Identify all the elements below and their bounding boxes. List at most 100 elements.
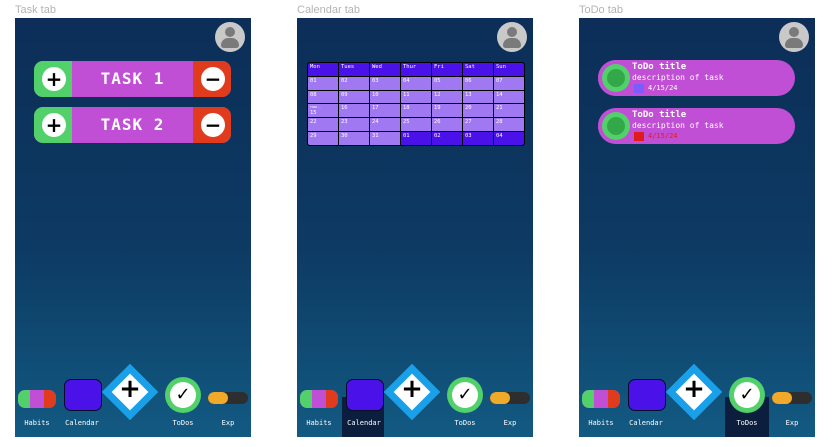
nav-label-exp[interactable]: Exp (772, 419, 812, 427)
todo-date-color-swatch (634, 132, 644, 141)
todo-card[interactable]: ToDo title description of task 4/15/24 (598, 108, 795, 144)
calendar-day-cell[interactable]: 02 (432, 132, 462, 145)
calendar-day-cell[interactable]: 16 (339, 104, 369, 118)
calendar-day-cell[interactable]: 11 (401, 90, 431, 104)
todo-tab-screen: ToDo title description of task 4/15/24 T… (579, 18, 815, 437)
calendar-day-cell[interactable]: 05 (432, 76, 462, 90)
todo-date: 4/15/24 (648, 84, 678, 92)
todo-date-color-swatch (634, 84, 644, 93)
nav-label-habits[interactable]: Habits (579, 419, 623, 427)
nav-label-exp[interactable]: Exp (490, 419, 530, 427)
task-remove-button[interactable]: − (193, 61, 231, 97)
calendar-day-cell[interactable]: 29 (308, 132, 338, 145)
calendar-day-cell[interactable]: 30 (339, 132, 369, 145)
calendar-day-cell[interactable]: 12 (432, 90, 462, 104)
calendar-day-header: Sat (463, 63, 493, 76)
exp-progress-bar[interactable] (490, 392, 530, 404)
habits-nav-icon[interactable] (582, 390, 620, 408)
calendar-day-header: Tues (339, 63, 369, 76)
check-icon: ✓ (452, 382, 478, 408)
frame-label-calendar: Calendar tab (297, 4, 360, 16)
task-title: TASK 2 (100, 115, 165, 134)
plus-icon: + (42, 113, 66, 137)
todo-description: description of task (632, 73, 724, 82)
todo-complete-button[interactable] (602, 112, 630, 140)
calendar-day-cell[interactable]: 01 (401, 132, 431, 145)
todos-nav-icon[interactable]: ✓ (165, 377, 201, 413)
calendar-day-cell[interactable]: 02 (339, 76, 369, 90)
nav-label-calendar[interactable]: Calendar (626, 419, 666, 427)
todo-date: 4/15/24 (648, 132, 678, 140)
nav-label-todos[interactable]: ToDos (727, 419, 767, 427)
task-title: TASK 1 (100, 69, 165, 88)
nav-label-exp[interactable]: Exp (208, 419, 248, 427)
exp-progress-bar[interactable] (772, 392, 812, 404)
todos-nav-icon[interactable]: ✓ (447, 377, 483, 413)
calendar-cell-note: TODO... (310, 105, 323, 110)
calendar-day-cell[interactable]: 04 (401, 76, 431, 90)
todos-nav-icon[interactable]: ✓ (729, 377, 765, 413)
nav-label-habits[interactable]: Habits (15, 419, 59, 427)
calendar-day-cell[interactable]: 21 (494, 104, 524, 118)
todo-description: description of task (632, 121, 724, 130)
bottom-nav: Habits Calendar + ✓ ToDos Exp (15, 363, 251, 437)
calendar-day-cell[interactable]: 17 (370, 104, 400, 118)
profile-avatar-icon[interactable] (497, 22, 527, 52)
calendar-nav-icon[interactable] (346, 379, 384, 411)
calendar-day-cell[interactable]: 22 (308, 118, 338, 132)
plus-icon: + (401, 374, 423, 404)
calendar-day-cell[interactable]: 09 (339, 90, 369, 104)
calendar-day-cell[interactable]: 14 (494, 90, 524, 104)
calendar-day-cell[interactable]: 13 (463, 90, 493, 104)
todo-title: ToDo title (632, 62, 687, 72)
calendar-day-cell[interactable]: 27 (463, 118, 493, 132)
nav-label-todos[interactable]: ToDos (163, 419, 203, 427)
calendar-day-cell[interactable]: 10 (370, 90, 400, 104)
calendar-day-cell[interactable]: 19 (432, 104, 462, 118)
calendar-day-header: Thur (401, 63, 431, 76)
task-add-button[interactable]: + (34, 61, 72, 97)
nav-label-habits[interactable]: Habits (297, 419, 341, 427)
calendar-day-cell[interactable]: 24 (370, 118, 400, 132)
calendar-day-cell[interactable]: 23 (339, 118, 369, 132)
todo-title: ToDo title (632, 110, 687, 120)
calendar-day-cell[interactable]: 06 (463, 76, 493, 90)
habits-nav-icon[interactable] (300, 390, 338, 408)
calendar-day-cell[interactable]: 28 (494, 118, 524, 132)
todo-card[interactable]: ToDo title description of task 4/15/24 (598, 60, 795, 96)
calendar-day-cell[interactable]: 25 (401, 118, 431, 132)
calendar-day-cell[interactable]: 07 (494, 76, 524, 90)
calendar-day-cell[interactable]: 01 (308, 76, 338, 90)
profile-avatar-icon[interactable] (215, 22, 245, 52)
task-card[interactable]: + TASK 1 − (34, 61, 231, 97)
exp-progress-bar[interactable] (208, 392, 248, 404)
calendar-day-header: Sun (494, 63, 524, 76)
calendar-day-cell[interactable]: 18 (401, 104, 431, 118)
nav-label-todos[interactable]: ToDos (445, 419, 485, 427)
frame-label-todo: ToDo tab (579, 4, 624, 16)
todo-complete-button[interactable] (602, 64, 630, 92)
check-icon: ✓ (734, 382, 760, 408)
profile-avatar-icon[interactable] (779, 22, 809, 52)
calendar-day-cell[interactable]: 03 (463, 132, 493, 145)
calendar-nav-icon[interactable] (64, 379, 102, 411)
calendar-day-cell[interactable]: 20 (463, 104, 493, 118)
calendar-nav-icon[interactable] (628, 379, 666, 411)
calendar-day-cell[interactable]: TODO... 15 (308, 104, 338, 118)
nav-label-calendar[interactable]: Calendar (344, 419, 384, 427)
calendar-day-cell[interactable]: 08 (308, 90, 338, 104)
bottom-nav: Habits Calendar + ✓ ToDos Exp (297, 363, 533, 437)
bottom-nav: Habits Calendar + ✓ ToDos Exp (579, 363, 815, 437)
task-add-button[interactable]: + (34, 107, 72, 143)
habits-nav-icon[interactable] (18, 390, 56, 408)
nav-label-calendar[interactable]: Calendar (62, 419, 102, 427)
calendar-day-cell[interactable]: 31 (370, 132, 400, 145)
calendar-day-cell[interactable]: 04 (494, 132, 524, 145)
calendar-tab-screen: Mon Tues Wed Thur Fri Sat Sun 01 02 03 04 05 06 07 08 0… (297, 18, 533, 437)
calendar-day-cell[interactable]: 03 (370, 76, 400, 90)
task-card[interactable]: + TASK 2 − (34, 107, 231, 143)
task-remove-button[interactable]: − (193, 107, 231, 143)
frame-label-task: Task tab (15, 4, 56, 16)
calendar-day-cell[interactable]: 26 (432, 118, 462, 132)
calendar-grid: Mon Tues Wed Thur Fri Sat Sun 01 02 03 04 05 06 07 08 0… (307, 62, 525, 146)
